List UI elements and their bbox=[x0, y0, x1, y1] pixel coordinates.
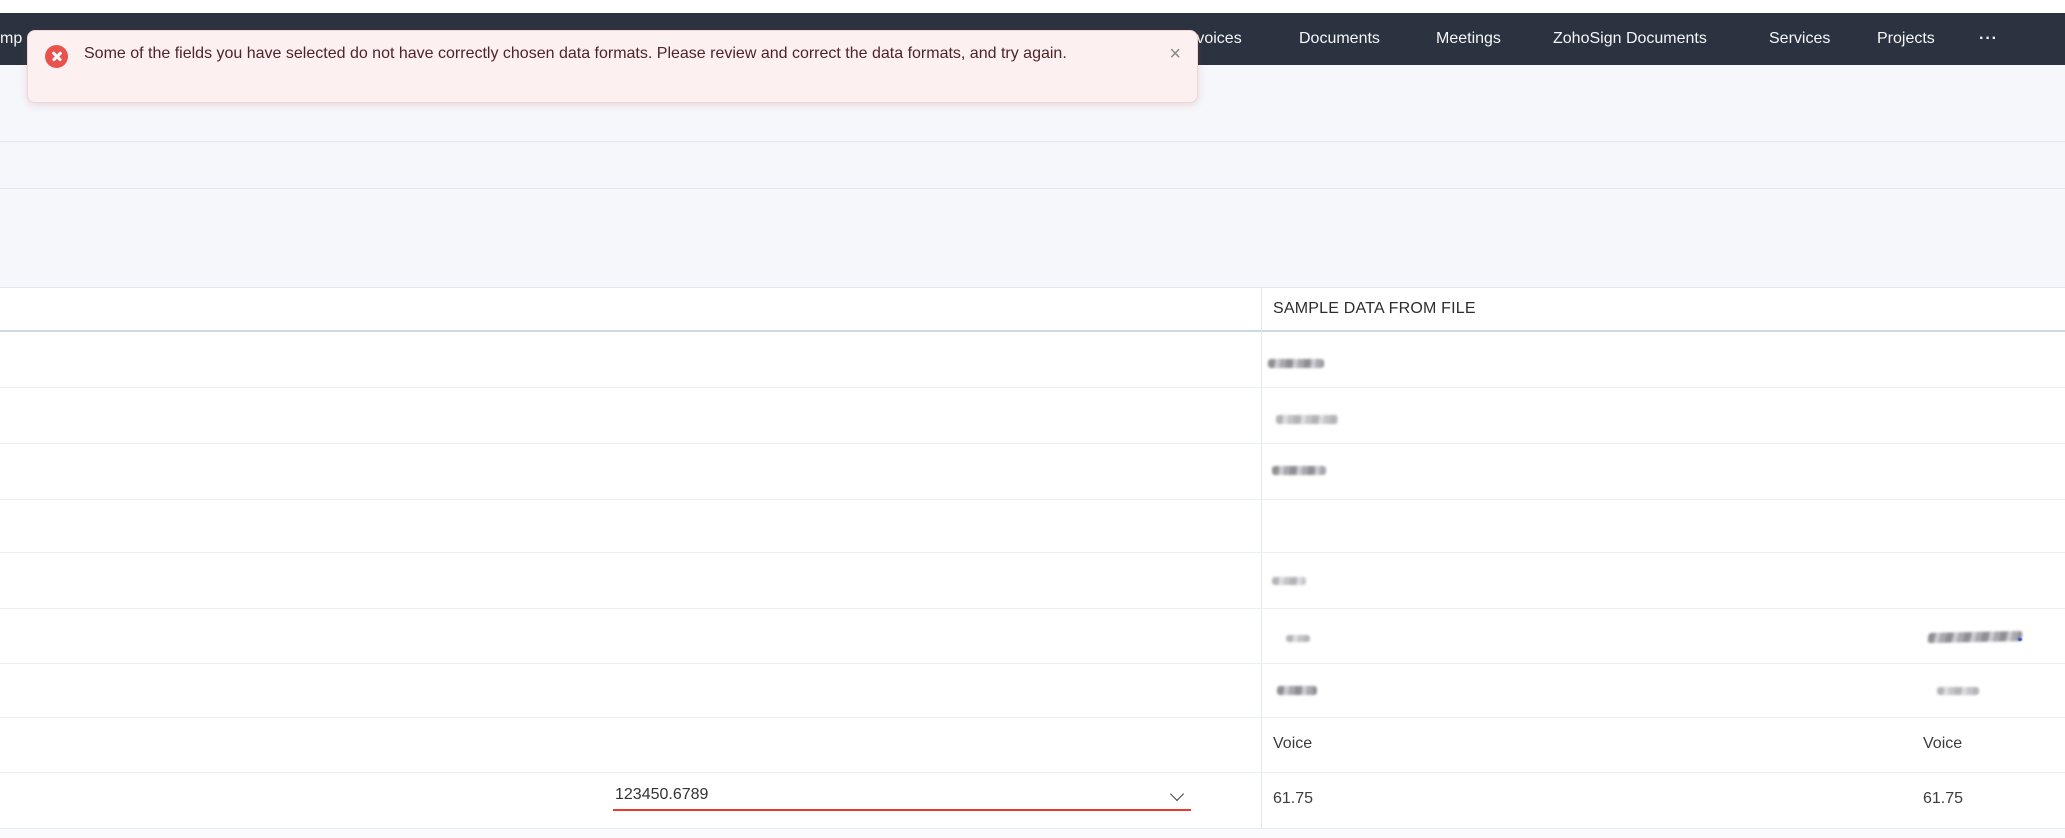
row-divider bbox=[0, 552, 2065, 553]
error-underline bbox=[613, 809, 1191, 811]
nav-item-services[interactable]: Services bbox=[1769, 13, 1830, 65]
sample-cell-value-1: 61.75 bbox=[1273, 790, 1314, 807]
redacted-sample-smudge bbox=[2018, 638, 2022, 641]
dropdown-value: 123450.6789 bbox=[615, 786, 709, 803]
nav-item-meetings[interactable]: Meetings bbox=[1436, 13, 1501, 65]
redacted-sample-smudge bbox=[1927, 631, 2023, 643]
chevron-down-icon bbox=[1169, 786, 1185, 802]
error-toast: Some of the fields you have selected do … bbox=[27, 30, 1198, 103]
nav-item-documents[interactable]: Documents bbox=[1299, 13, 1380, 65]
row-divider bbox=[0, 608, 2065, 609]
more-menu-icon[interactable]: ··· bbox=[1979, 13, 1998, 65]
nav-item-zohosign-documents[interactable]: ZohoSign Documents bbox=[1553, 13, 1707, 65]
import-field-mapping-page: mp Invoices Documents Meetings ZohoSign … bbox=[0, 0, 2065, 838]
band-divider bbox=[0, 141, 2065, 142]
table-header-row: SAMPLE DATA FROM FILE bbox=[0, 287, 2065, 332]
error-icon bbox=[45, 45, 68, 68]
row-divider bbox=[0, 443, 2065, 444]
redacted-sample-smudge bbox=[1286, 635, 1310, 642]
row-divider bbox=[0, 717, 2065, 718]
sample-cell-voice-2: Voice bbox=[1923, 735, 1963, 752]
redacted-sample-smudge bbox=[1937, 687, 1979, 695]
toast-message: Some of the fields you have selected do … bbox=[84, 45, 1067, 62]
redacted-sample-smudge bbox=[1268, 359, 1324, 368]
sample-cell-voice-1: Voice bbox=[1273, 735, 1313, 752]
redacted-sample-smudge bbox=[1276, 415, 1338, 424]
column-divider bbox=[1261, 287, 1262, 838]
nav-item-projects[interactable]: Projects bbox=[1877, 13, 1935, 65]
redacted-sample-smudge bbox=[1272, 466, 1326, 475]
sample-cell-value-2: 61.75 bbox=[1923, 790, 1964, 807]
redacted-sample-smudge bbox=[1272, 577, 1306, 585]
row-divider bbox=[0, 499, 2065, 500]
field-format-dropdown[interactable]: 123450.6789 bbox=[613, 772, 1191, 827]
top-strip bbox=[0, 0, 2065, 13]
redacted-sample-smudge bbox=[1277, 686, 1317, 695]
row-divider bbox=[0, 387, 2065, 388]
next-row-strip bbox=[0, 828, 2065, 838]
sample-data-header-label: SAMPLE DATA FROM FILE bbox=[1273, 300, 1476, 317]
band-divider bbox=[0, 188, 2065, 189]
close-icon[interactable]: × bbox=[1169, 42, 1181, 66]
row-divider bbox=[0, 663, 2065, 664]
nav-item-partial[interactable]: mp bbox=[0, 13, 22, 65]
